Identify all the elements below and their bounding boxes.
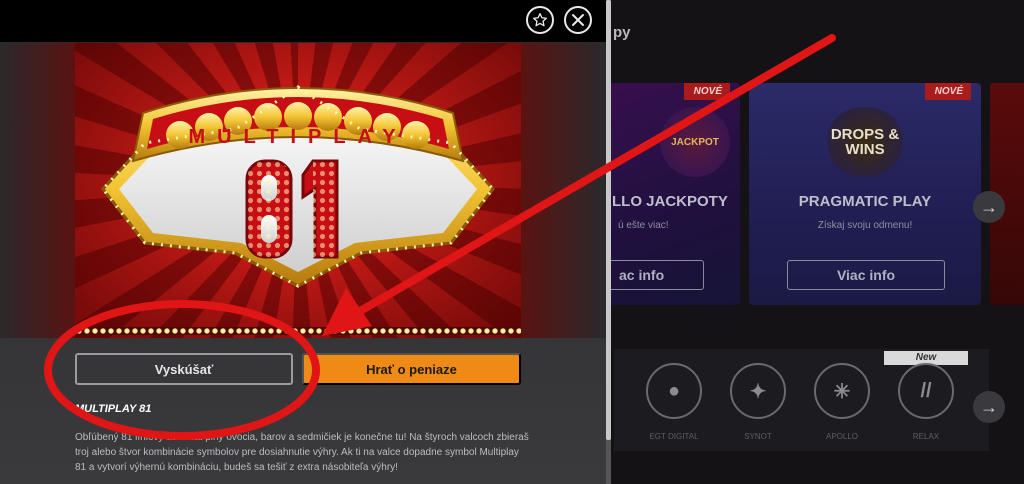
promo-logo: JACKPOT	[660, 107, 730, 177]
promo-card-pragmatic[interactable]: NOVÉ DROPS & WINS PRAGMATIC PLAY Získaj …	[749, 83, 981, 305]
more-info-button[interactable]: Viac info	[787, 260, 945, 290]
provider-egt-icon[interactable]: ●	[646, 363, 702, 419]
more-info-button[interactable]: ac info	[606, 260, 704, 290]
promo-subtitle: Získaj svoju odmenu!	[817, 220, 913, 231]
new-badge: NOVÉ	[683, 83, 730, 100]
play-for-money-button[interactable]: Hrať o peniaze	[302, 353, 521, 385]
art-glow-right	[521, 43, 606, 338]
logo-number: 81	[297, 247, 299, 249]
promo-name: LLO JACKPOTY	[612, 193, 728, 210]
star-icon	[533, 13, 547, 27]
close-icon	[572, 14, 584, 26]
favorite-button[interactable]	[526, 6, 554, 34]
logo-title: MULTIPLAY	[188, 126, 407, 148]
new-badge: NOVÉ	[924, 83, 971, 100]
arrow-right-icon[interactable]: →	[973, 391, 1005, 423]
promo-name: PRAGMATIC PLAY	[798, 193, 932, 210]
provider-synot-icon[interactable]: ✦	[730, 363, 786, 419]
scrollbar-thumb[interactable]	[606, 0, 611, 440]
provider-row: New ● EGT DIGITAL ✦ SYNOT ✳ APOLLO // RE…	[614, 349, 989, 451]
close-button[interactable]	[564, 6, 592, 34]
game-modal: MULTIPLAY 81 Vyskúšať Hrať o peniaze MUL…	[0, 0, 611, 484]
promo-subtitle: ú ešte viac!	[618, 220, 669, 231]
modal-scrollbar[interactable]	[606, 0, 611, 484]
promo-logo: DROPS & WINS	[825, 107, 905, 177]
provider-label: APOLLO	[825, 432, 858, 441]
modal-header	[0, 0, 606, 42]
provider-label: RELAX	[912, 432, 940, 441]
game-title: MULTIPLAY 81	[75, 403, 152, 415]
arrow-right-icon[interactable]: →	[973, 191, 1005, 223]
game-description: Obľúbený 81 líniový automat plný ovocia,…	[75, 432, 529, 473]
art-glow-left	[0, 43, 75, 338]
try-demo-button[interactable]: Vyskúšať	[75, 353, 293, 385]
section-title: py	[613, 24, 631, 41]
logo-text-layer: MULTIPLAY 81	[188, 126, 407, 249]
provider-apollo-icon[interactable]: ✳	[814, 363, 870, 419]
provider-relax-icon[interactable]: //	[898, 363, 954, 419]
provider-label: SYNOT	[744, 432, 772, 441]
provider-label: EGT DIGITAL	[649, 432, 699, 441]
